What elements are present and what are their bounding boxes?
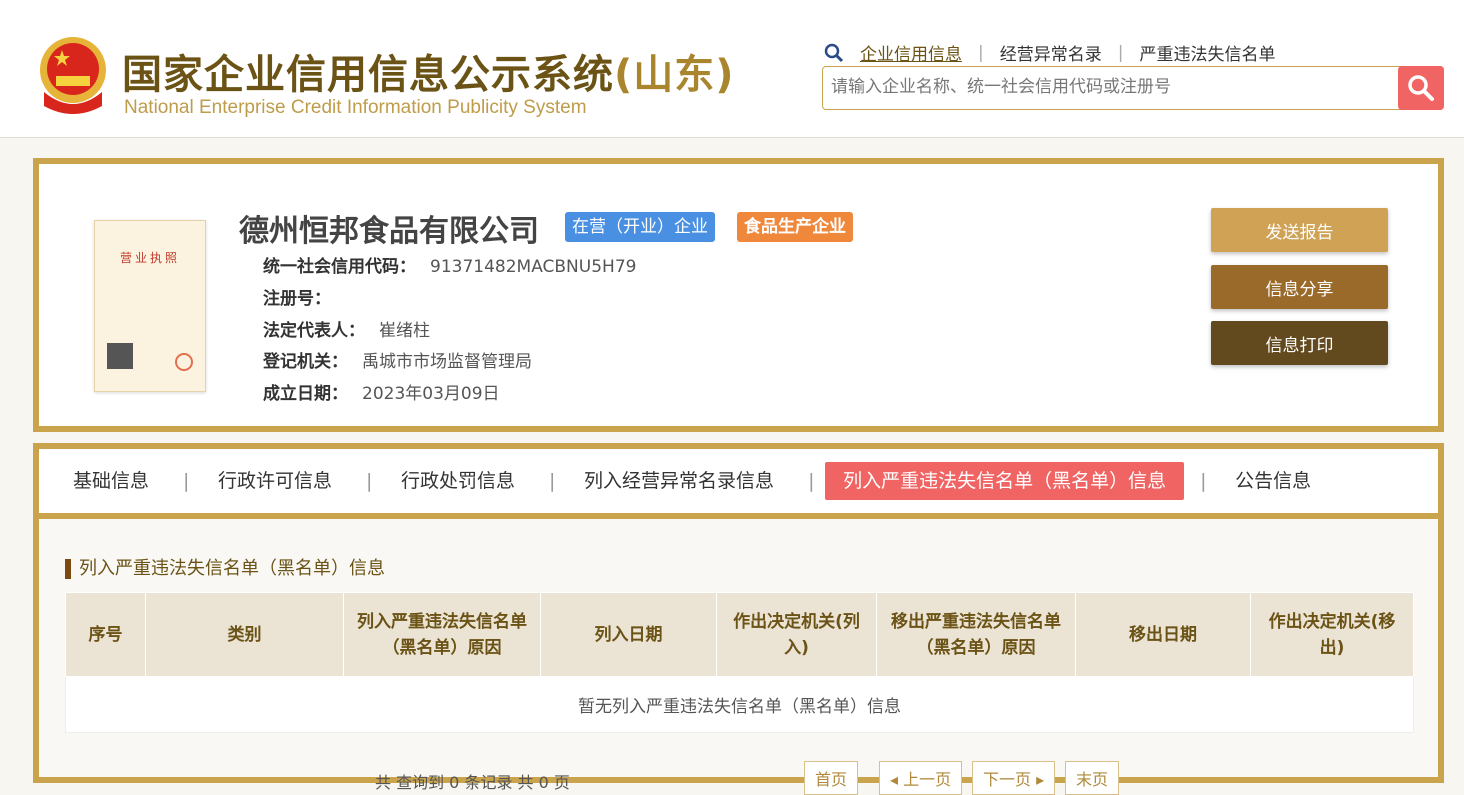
details-panel: 基础信息 | 行政许可信息 | 行政处罚信息 | 列入经营异常名录信息 | 列入严重违法… xyxy=(33,443,1444,795)
record-count: 共 查询到 0 条记录 共 0 页 xyxy=(375,773,570,792)
col-remove-reason: 移出严重违法失信名单（黑名单）原因 xyxy=(876,592,1076,677)
divider: | xyxy=(1200,470,1207,492)
print-button[interactable]: 信息打印 xyxy=(1211,321,1388,365)
divider: | xyxy=(366,470,373,492)
qr-code-icon xyxy=(107,343,133,369)
tab-license[interactable]: 行政许可信息 xyxy=(200,462,350,500)
search-icon xyxy=(1408,75,1434,101)
tab-announcement[interactable]: 公告信息 xyxy=(1217,462,1329,500)
search-bar xyxy=(822,66,1444,110)
field-credit-code: 统一社会信用代码： 91371482MACBNU5H79 xyxy=(263,257,637,277)
company-name: 德州恒邦食品有限公司 xyxy=(239,214,539,249)
top-nav: 企业信用信息 | 经营异常名录 | 严重违法失信名单 xyxy=(824,40,1275,65)
col-list-reason: 列入严重违法失信名单（黑名单）原因 xyxy=(343,592,541,677)
last-page-button[interactable]: 末页 xyxy=(1065,761,1120,795)
first-page-button[interactable]: 首页 xyxy=(804,761,859,795)
field-reg-no: 注册号： xyxy=(263,289,331,309)
share-button[interactable]: 信息分享 xyxy=(1211,265,1388,309)
empty-message: 暂无列入严重违法失信名单（黑名单）信息 xyxy=(65,676,1414,733)
link-abnormal-list[interactable]: 经营异常名录 xyxy=(1000,40,1102,65)
national-emblem-icon xyxy=(40,37,106,114)
site-title: 国家企业信用信息公示系统(山东) xyxy=(122,52,735,98)
table-header-row: 序号 类别 列入严重违法失信名单（黑名单）原因 列入日期 作出决定机关(列入) … xyxy=(65,592,1414,677)
field-established: 成立日期： 2023年03月09日 xyxy=(263,384,500,404)
tab-basic[interactable]: 基础信息 xyxy=(55,462,167,500)
next-page-button[interactable]: 下一页 ▸ xyxy=(972,761,1056,795)
tab-blacklist[interactable]: 列入严重违法失信名单（黑名单）信息 xyxy=(825,462,1185,500)
business-license-image[interactable]: 营业执照 xyxy=(94,220,206,392)
section-title: 列入严重违法失信名单（黑名单）信息 xyxy=(65,559,385,579)
blacklist-table: 序号 类别 列入严重违法失信名单（黑名单）原因 列入日期 作出决定机关(列入) … xyxy=(65,592,1414,733)
col-remove-authority: 作出决定机关(移出) xyxy=(1250,592,1414,677)
table-row: 暂无列入严重违法失信名单（黑名单）信息 xyxy=(65,676,1414,733)
site-title-en: National Enterprise Credit Information P… xyxy=(124,97,587,118)
tab-penalty[interactable]: 行政处罚信息 xyxy=(383,462,533,500)
status-badge: 在营（开业）企业 xyxy=(565,212,715,242)
divider: | xyxy=(1117,42,1124,63)
col-index: 序号 xyxy=(65,592,146,677)
link-enterprise-credit[interactable]: 企业信用信息 xyxy=(860,40,962,65)
search-icon xyxy=(824,43,844,62)
divider: | xyxy=(183,470,190,492)
divider: | xyxy=(978,42,984,63)
type-badge: 食品生产企业 xyxy=(737,212,853,242)
send-report-button[interactable]: 发送报告 xyxy=(1211,208,1388,252)
field-authority: 登记机关： 禹城市市场监督管理局 xyxy=(263,352,532,372)
company-info-panel: 营业执照 德州恒邦食品有限公司 在营（开业）企业 食品生产企业 统一社会信用代码… xyxy=(33,158,1444,432)
search-button[interactable] xyxy=(1398,66,1444,110)
col-remove-date: 移出日期 xyxy=(1075,592,1251,677)
col-list-date: 列入日期 xyxy=(540,592,717,677)
divider: | xyxy=(549,470,556,492)
prev-page-button[interactable]: ◂ 上一页 xyxy=(879,761,963,795)
tab-abnormal[interactable]: 列入经营异常名录信息 xyxy=(566,462,792,500)
site-header: 国家企业信用信息公示系统(山东) National Enterprise Cre… xyxy=(0,0,1464,138)
col-list-authority: 作出决定机关(列入) xyxy=(716,592,877,677)
field-legal-rep: 法定代表人： 崔绪柱 xyxy=(263,321,430,341)
col-category: 类别 xyxy=(145,592,344,677)
license-label: 营业执照 xyxy=(119,251,180,265)
tab-bar: 基础信息 | 行政许可信息 | 行政处罚信息 | 列入经营异常名录信息 | 列入严重违法… xyxy=(39,449,1438,519)
link-blacklist[interactable]: 严重违法失信名单 xyxy=(1139,40,1275,65)
divider: | xyxy=(808,470,815,492)
seal-icon xyxy=(175,353,193,371)
search-input[interactable] xyxy=(823,67,1393,107)
